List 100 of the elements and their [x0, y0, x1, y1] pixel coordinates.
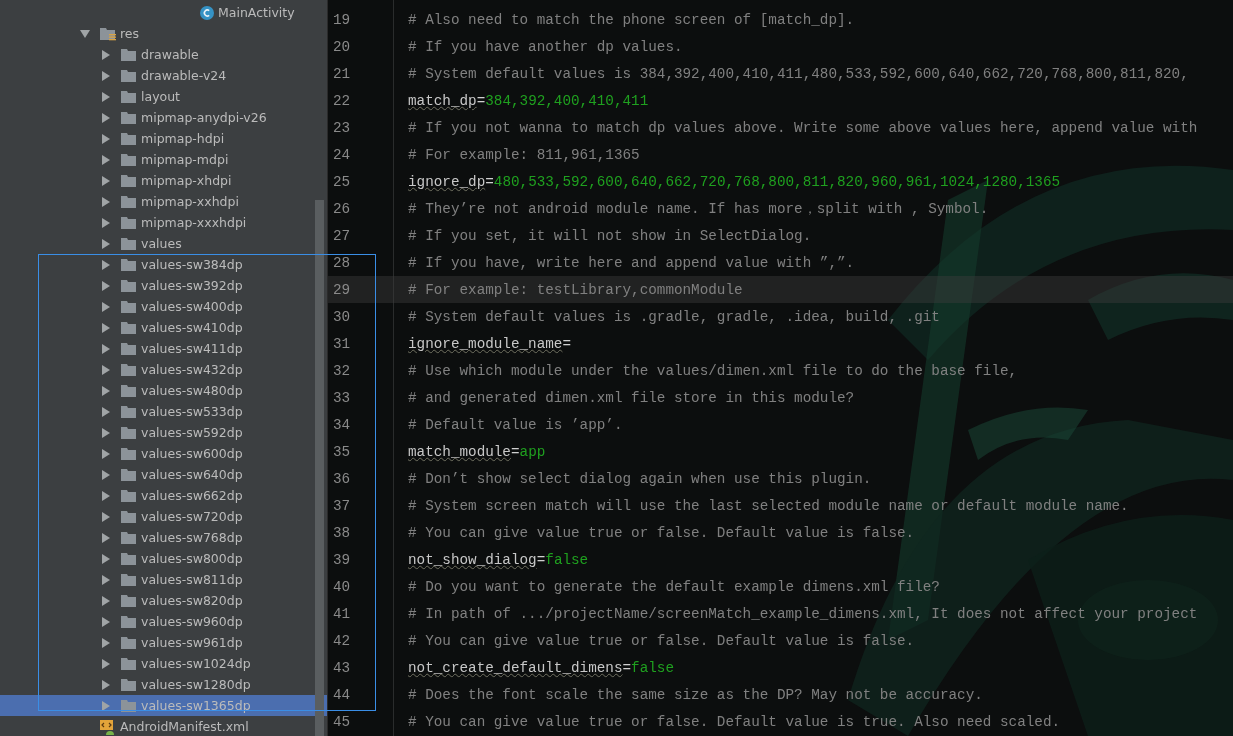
- line-number: 26: [332, 200, 352, 217]
- tree-item-label[interactable]: drawable: [141, 47, 199, 62]
- collapsed-arrow-icon[interactable]: [101, 112, 111, 123]
- collapsed-arrow-icon[interactable]: [101, 406, 111, 417]
- folder-icon: [121, 677, 137, 692]
- tree-item-label[interactable]: values-sw820dp: [141, 593, 243, 608]
- line-number: 33: [332, 389, 352, 406]
- collapsed-arrow-icon[interactable]: [101, 616, 111, 627]
- tree-item-label[interactable]: values-sw392dp: [141, 278, 243, 293]
- line-number: 43: [332, 659, 352, 676]
- property-key: match_dp: [408, 92, 477, 109]
- tree-item-label[interactable]: AndroidManifest.xml: [120, 719, 249, 734]
- tree-item-label[interactable]: layout: [141, 89, 180, 104]
- collapsed-arrow-icon[interactable]: [101, 469, 111, 480]
- collapsed-arrow-icon[interactable]: [101, 532, 111, 543]
- collapsed-arrow-icon[interactable]: [101, 595, 111, 606]
- collapsed-arrow-icon[interactable]: [101, 511, 111, 522]
- line-number: 30: [332, 308, 352, 325]
- collapsed-arrow-icon[interactable]: [101, 637, 111, 648]
- collapsed-arrow-icon[interactable]: [101, 553, 111, 564]
- collapsed-arrow-icon[interactable]: [101, 280, 111, 291]
- code-comment: # You can give value true or false. Default value is true. Also need scaled.: [408, 713, 1061, 730]
- tree-item-label[interactable]: values-sw600dp: [141, 446, 243, 461]
- tree-item-label[interactable]: values-sw1024dp: [141, 656, 251, 671]
- collapsed-arrow-icon[interactable]: [101, 217, 111, 228]
- collapsed-arrow-icon[interactable]: [101, 343, 111, 354]
- collapsed-arrow-icon[interactable]: [101, 427, 111, 438]
- tree-item-label[interactable]: values-sw480dp: [141, 383, 243, 398]
- tree-item-label[interactable]: values-sw592dp: [141, 425, 243, 440]
- collapsed-arrow-icon[interactable]: [101, 133, 111, 144]
- folder-icon: [121, 551, 137, 566]
- tree-item-label[interactable]: values-sw400dp: [141, 299, 243, 314]
- tree-item-label[interactable]: values-sw960dp: [141, 614, 243, 629]
- tree-item-label[interactable]: MainActivity: [218, 5, 295, 20]
- collapsed-arrow-icon[interactable]: [101, 658, 111, 669]
- tree-item-label[interactable]: drawable-v24: [141, 68, 227, 83]
- collapsed-arrow-icon[interactable]: [101, 301, 111, 312]
- code-comment: # If you set, it will not show in SelectDialog.: [408, 227, 812, 244]
- code-comment: # They’re not android module name. If has more，split with , Symbol.: [408, 200, 989, 218]
- folder-icon: [121, 47, 137, 62]
- collapsed-arrow-icon[interactable]: [101, 196, 111, 207]
- expanded-arrow-icon[interactable]: [80, 28, 90, 39]
- collapsed-arrow-icon[interactable]: [101, 490, 111, 501]
- code-comment: # and generated dimen.xml file store in this module?: [408, 389, 855, 406]
- collapsed-arrow-icon[interactable]: [101, 322, 111, 333]
- line-number: 23: [332, 119, 352, 136]
- folder-icon: [121, 383, 137, 398]
- collapsed-arrow-icon[interactable]: [101, 385, 111, 396]
- collapsed-arrow-icon[interactable]: [101, 154, 111, 165]
- scrollbar[interactable]: [315, 200, 324, 736]
- tree-item-label[interactable]: values-sw811dp: [141, 572, 243, 587]
- property-value: 480,533,592,600,640,662,720,768,800,811,820,960,961,1024,1280,1365: [493, 173, 1061, 190]
- collapsed-arrow-icon[interactable]: [101, 70, 111, 81]
- tree-item-label[interactable]: values-sw720dp: [141, 509, 243, 524]
- class-icon: [200, 5, 214, 20]
- tree-item-label[interactable]: mipmap-xxxhdpi: [141, 215, 247, 230]
- tree-item-label[interactable]: mipmap-xhdpi: [141, 173, 232, 188]
- folder-icon: [121, 593, 137, 608]
- tree-item-label[interactable]: mipmap-hdpi: [141, 131, 225, 146]
- tree-item-label[interactable]: values-sw410dp: [141, 320, 243, 335]
- folder-icon: [121, 194, 137, 209]
- line-number: 36: [332, 470, 352, 487]
- line-number: 19: [332, 11, 352, 28]
- collapsed-arrow-icon[interactable]: [101, 574, 111, 585]
- tree-item-label[interactable]: res: [120, 26, 140, 41]
- folder-icon: [121, 467, 137, 482]
- tree-item-label[interactable]: values-sw533dp: [141, 404, 243, 419]
- collapsed-arrow-icon[interactable]: [101, 259, 111, 270]
- property-value: app: [519, 443, 546, 460]
- collapsed-arrow-icon[interactable]: [101, 364, 111, 375]
- tree-item-label[interactable]: values-sw384dp: [141, 257, 243, 272]
- folder-icon: [121, 509, 137, 524]
- equals-sign: =: [622, 659, 632, 676]
- tree-item-label[interactable]: mipmap-anydpi-v26: [141, 110, 267, 125]
- tree-item-label[interactable]: mipmap-mdpi: [141, 152, 229, 167]
- tree-item-label[interactable]: values-sw961dp: [141, 635, 243, 650]
- line-number: 44: [332, 686, 352, 703]
- tree-item-label[interactable]: values-sw432dp: [141, 362, 243, 377]
- code-comment: # For example: testLibrary,commonModule: [408, 281, 743, 298]
- tree-item-label[interactable]: values: [141, 236, 182, 251]
- collapsed-arrow-icon[interactable]: [101, 238, 111, 249]
- tree-item-label[interactable]: values-sw411dp: [141, 341, 243, 356]
- collapsed-arrow-icon[interactable]: [101, 175, 111, 186]
- collapsed-arrow-icon[interactable]: [101, 679, 111, 690]
- tree-item-label[interactable]: values-sw662dp: [141, 488, 243, 503]
- property-value: false: [631, 659, 674, 676]
- collapsed-arrow-icon[interactable]: [101, 49, 111, 60]
- tree-item-label[interactable]: values-sw640dp: [141, 467, 243, 482]
- collapsed-arrow-icon[interactable]: [101, 91, 111, 102]
- code-comment: # Use which module under the values/dimen.xml file to do the base file,: [408, 362, 1018, 379]
- line-number: 42: [332, 632, 352, 649]
- property-key: ignore_module_name: [408, 335, 563, 352]
- property-key: ignore_dp: [408, 173, 486, 190]
- tree-item-label[interactable]: values-sw768dp: [141, 530, 243, 545]
- tree-item-label[interactable]: mipmap-xxhdpi: [141, 194, 239, 209]
- line-number: 22: [332, 92, 352, 109]
- equals-sign: =: [510, 443, 520, 460]
- tree-item-label[interactable]: values-sw1280dp: [141, 677, 251, 692]
- collapsed-arrow-icon[interactable]: [101, 448, 111, 459]
- tree-item-label[interactable]: values-sw800dp: [141, 551, 243, 566]
